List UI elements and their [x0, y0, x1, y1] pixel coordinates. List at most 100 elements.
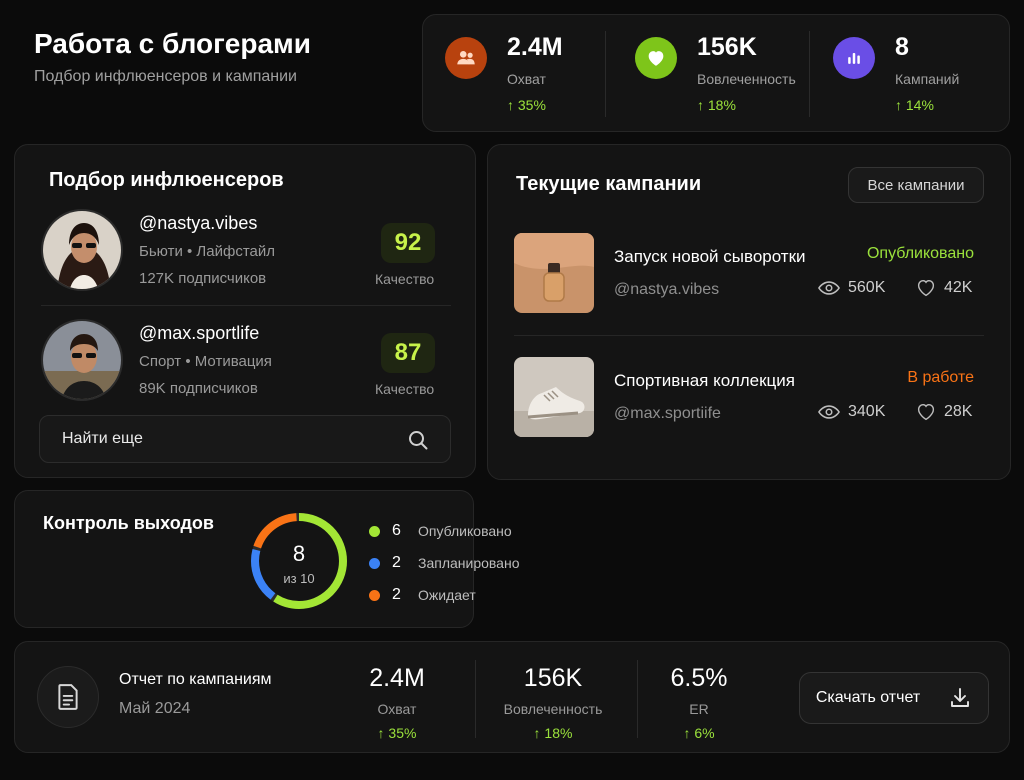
- stat-label: Кампаний: [895, 71, 960, 87]
- heart-icon: [635, 37, 677, 79]
- campaign-item[interactable]: Запуск новой сыворотки @nastya.vibes Опу…: [514, 233, 984, 317]
- divider: [514, 335, 984, 336]
- influencer-followers: 127K подписчиков: [139, 270, 267, 287]
- divider: [809, 31, 810, 117]
- legend-count: 2: [392, 586, 401, 603]
- stat-value: 8: [895, 33, 909, 61]
- legend-item: 2 Запланировано: [369, 553, 520, 573]
- stat-campaigns: 8 Кампаний ↑ 14%: [833, 33, 1023, 117]
- legend-item: 6 Опубликовано: [369, 521, 512, 541]
- report-value: 156K: [523, 664, 583, 692]
- all-campaigns-button[interactable]: Все кампании: [848, 167, 984, 203]
- report-value: 2.4M: [369, 664, 425, 692]
- heart-outline-icon: [917, 279, 935, 297]
- avatar: [41, 209, 123, 291]
- influencers-title: Подбор инфлюенсеров: [49, 169, 284, 191]
- find-more-button[interactable]: Найти еще: [39, 415, 451, 463]
- page-title: Работа с блогерами: [34, 28, 311, 59]
- report-label: Вовлеченность: [503, 701, 603, 717]
- quality-label: Качество: [375, 271, 435, 287]
- progress-donut: 8 из 10: [249, 511, 349, 611]
- heart-outline-icon: [917, 403, 935, 421]
- report-label: ER: [689, 701, 709, 717]
- legend-item: 2 Ожидает: [369, 585, 476, 605]
- bar-chart-icon: [833, 37, 875, 79]
- campaign-name: Спортивная коллекция: [614, 371, 795, 390]
- influencer-card[interactable]: @max.sportlife Спорт • Мотивация 89K под…: [41, 319, 451, 409]
- influencer-handle: @nastya.vibes: [139, 213, 258, 233]
- report-date: Май 2024: [119, 700, 191, 717]
- campaign-status: Опубликовано: [866, 245, 974, 262]
- donut-subtitle: из 10: [283, 571, 315, 586]
- report-title: Отчет по кампаниям: [119, 671, 272, 688]
- page-subtitle: Подбор инфлюенсеров и кампании: [34, 68, 297, 85]
- report-label: Охват: [377, 701, 417, 717]
- download-report-button[interactable]: Скачать отчет: [799, 672, 989, 724]
- quality-score: 92: [381, 223, 435, 263]
- stat-label: Вовлеченность: [697, 71, 796, 87]
- report-panel: Отчет по кампаниям Май 2024 2.4M Охват ↑…: [14, 641, 1010, 753]
- search-icon: [409, 431, 428, 450]
- views-count: 560K: [848, 279, 886, 296]
- control-title: Контроль выходов: [43, 513, 214, 533]
- campaign-image: [514, 357, 594, 437]
- report-delta: ↑ 35%: [377, 725, 417, 741]
- influencer-card[interactable]: @nastya.vibes Бьюти • Лайфстайл 127K под…: [41, 209, 451, 299]
- eye-icon: [818, 281, 840, 295]
- download-label: Скачать отчет: [815, 689, 921, 706]
- campaign-views: 340K: [818, 403, 885, 421]
- divider: [475, 660, 476, 738]
- stats-panel: 2.4M Охват ↑ 35% 156K Вовлеченность ↑ 18…: [422, 14, 1010, 132]
- legend-label: Запланировано: [418, 555, 520, 571]
- campaign-handle: @max.sportiife: [614, 405, 721, 422]
- stat-value: 2.4M: [507, 33, 563, 61]
- legend-label: Ожидает: [418, 587, 476, 603]
- quality-score: 87: [381, 333, 435, 373]
- campaigns-title: Текущие кампании: [516, 173, 702, 195]
- campaign-likes: 28K: [916, 403, 972, 421]
- stat-value: 156K: [697, 33, 757, 61]
- influencer-category: Бьюти • Лайфстайл: [139, 243, 275, 260]
- stat-delta: ↑ 18%: [697, 97, 736, 113]
- stat-delta: ↑ 14%: [895, 97, 934, 113]
- campaign-views: 560K: [818, 279, 885, 297]
- likes-count: 28K: [944, 403, 973, 420]
- campaign-handle: @nastya.vibes: [614, 281, 720, 298]
- influencer-category: Спорт • Мотивация: [139, 353, 272, 370]
- campaign-image: [514, 233, 594, 313]
- legend-count: 2: [392, 554, 401, 571]
- document-icon: [37, 666, 99, 728]
- legend-label: Опубликовано: [418, 523, 512, 539]
- report-stat: 156K Вовлеченность ↑ 18%: [483, 664, 623, 741]
- quality-label: Качество: [375, 381, 435, 397]
- divider: [41, 305, 451, 306]
- report-stat: 2.4M Охват ↑ 35%: [327, 664, 467, 741]
- campaign-item[interactable]: Спортивная коллекция @max.sportiife В ра…: [514, 357, 984, 441]
- app-window: Работа с блогерами Подбор инфлюенсеров и…: [0, 0, 1024, 780]
- campaign-likes: 42K: [916, 279, 972, 297]
- report-value: 6.5%: [670, 664, 728, 692]
- views-count: 340K: [848, 403, 886, 420]
- avatar: [41, 319, 123, 401]
- stat-label: Охват: [507, 71, 546, 87]
- find-more-label: Найти еще: [62, 430, 143, 447]
- influencer-followers: 89K подписчиков: [139, 380, 258, 397]
- eye-icon: [818, 405, 840, 419]
- legend-count: 6: [392, 522, 401, 539]
- control-panel: Контроль выходов 8 из 10 6 Опубликовано …: [14, 490, 520, 628]
- stat-engagement: 156K Вовлеченность ↑ 18%: [635, 33, 825, 117]
- legend-dot: [369, 557, 380, 569]
- influencers-panel: Подбор инфлюенсеров @nastya.vibes Бьюти …: [14, 144, 476, 478]
- influencer-handle: @max.sportlife: [139, 323, 260, 343]
- donut-value: 8: [292, 541, 306, 566]
- download-icon: [951, 688, 970, 707]
- stat-reach: 2.4M Охват ↑ 35%: [445, 33, 635, 117]
- report-delta: ↑ 6%: [683, 725, 715, 741]
- report-delta: ↑ 18%: [533, 725, 573, 741]
- campaigns-panel: Текущие кампании Все кампании Запуск нов…: [487, 144, 1011, 480]
- likes-count: 42K: [944, 279, 973, 296]
- legend-dot: [369, 589, 380, 601]
- stat-delta: ↑ 35%: [507, 97, 546, 113]
- report-stat: 6.5% ER ↑ 6%: [629, 664, 769, 741]
- campaign-name: Запуск новой сыворотки: [614, 247, 806, 266]
